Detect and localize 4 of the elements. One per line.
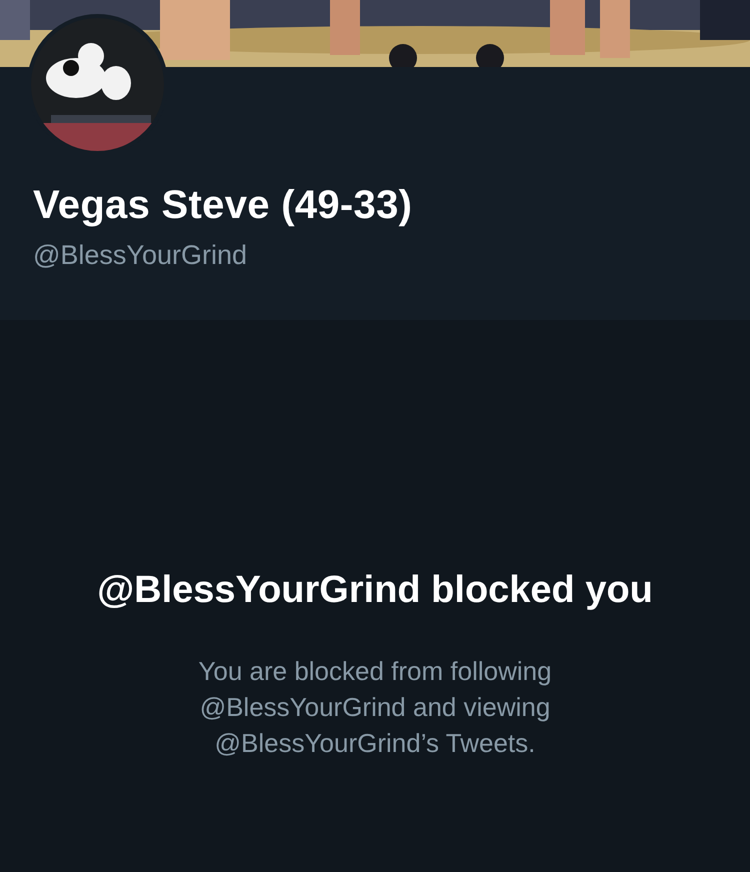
blocked-title: @BlessYourGrind blocked you (96, 568, 654, 613)
profile-name: Vegas Steve (49-33) (33, 183, 414, 228)
profile-handle: @BlessYourGrind (33, 240, 248, 271)
blocked-message: You are blocked from following @BlessYourGrind and viewing @BlessYourGrind’s Tweets. (197, 655, 553, 760)
